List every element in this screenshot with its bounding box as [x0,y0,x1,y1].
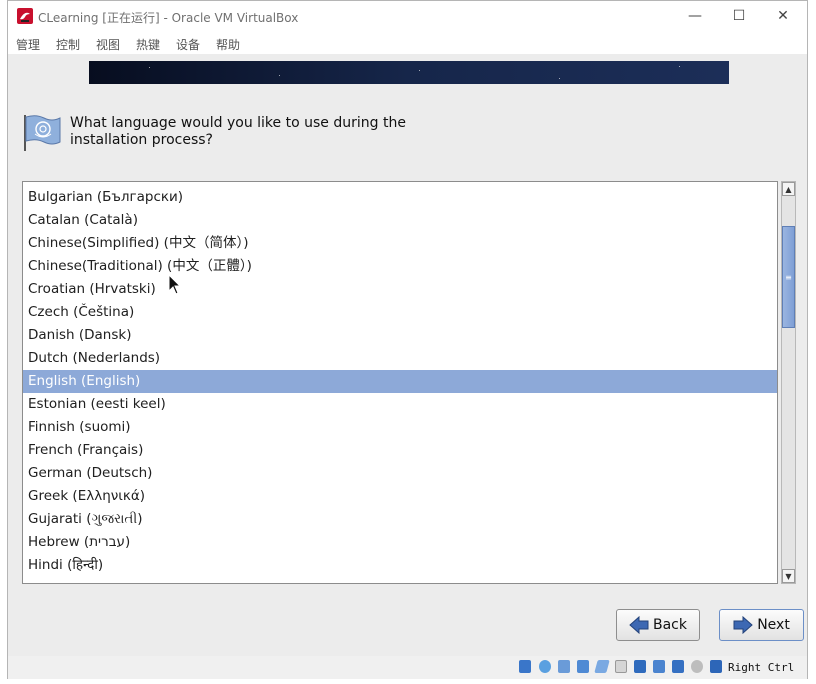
hard-disk-icon[interactable] [519,660,531,673]
close-button[interactable]: ✕ [761,3,805,29]
virtualbox-app-icon [17,8,33,24]
menu-hotkey[interactable]: 热键 [136,36,160,53]
language-option[interactable]: Estonian (eesti keel) [23,393,777,416]
language-option[interactable]: Czech (Čeština) [23,301,777,324]
title-bar[interactable]: CLearning [正在运行] - Oracle VM VirtualBox … [8,1,807,32]
video-capture-icon[interactable] [653,660,665,673]
back-label: Back [653,617,687,633]
host-key-label: Right Ctrl [728,661,795,674]
menu-view[interactable]: 视图 [96,36,120,53]
language-option[interactable]: German (Deutsch) [23,462,777,485]
arrow-left-icon [629,616,649,634]
usb-icon[interactable] [594,660,610,673]
installer-banner [89,61,729,84]
language-option[interactable]: Hindi (हिन्दी) [23,554,777,577]
next-label: Next [757,617,790,633]
audio-icon[interactable] [558,660,570,673]
minimize-button[interactable]: — [673,3,717,29]
language-option[interactable]: Finnish (suomi) [23,416,777,439]
language-option-selected[interactable]: English (English) [23,370,777,393]
language-option[interactable]: Gujarati (ગુજરાતી) [23,508,777,531]
mouse-integration-icon[interactable] [691,660,703,673]
back-button[interactable]: Back [616,609,700,641]
status-bar: Right Ctrl [8,656,807,679]
shared-folders-icon[interactable] [615,660,627,673]
maximize-button[interactable]: ☐ [717,3,761,29]
language-option[interactable]: Croatian (Hrvatski) [23,278,777,301]
scroll-down-button[interactable]: ▼ [782,569,795,583]
language-option[interactable]: Chinese(Simplified) (中文（简体）) [23,232,777,255]
arrow-right-icon [733,616,753,634]
chevron-down-icon: ▼ [785,571,792,581]
menu-control[interactable]: 控制 [56,36,80,53]
virtualization-icon[interactable] [672,660,684,673]
language-list-scrollbar[interactable]: ▲ ≡ ▼ [781,181,796,584]
maximize-icon: ☐ [732,8,746,24]
language-option[interactable]: French (Français) [23,439,777,462]
close-icon: ✕ [777,8,789,24]
grip-icon: ≡ [785,272,792,282]
minimize-icon: — [688,8,702,24]
language-option[interactable]: Greek (Ελληνικά) [23,485,777,508]
next-button[interactable]: Next [719,609,804,641]
optical-drive-icon[interactable] [539,660,551,673]
guest-screen[interactable]: What language would you like to use duri… [9,54,806,656]
menu-help[interactable]: 帮助 [216,36,240,53]
menu-devices[interactable]: 设备 [176,36,200,53]
language-option[interactable]: Chinese(Traditional) (中文（正體）) [23,255,777,278]
language-option[interactable]: Hebrew (עברית) [23,531,777,554]
scroll-thumb[interactable]: ≡ [782,226,795,328]
host-key-icon[interactable] [710,660,722,673]
menu-manage[interactable]: 管理 [16,36,40,53]
language-option[interactable]: Dutch (Nederlands) [23,347,777,370]
language-option[interactable]: Bulgarian (Български) [23,186,777,209]
window-title: CLearning [正在运行] - Oracle VM VirtualBox [38,11,299,25]
network-icon[interactable] [577,660,589,673]
scroll-up-button[interactable]: ▲ [782,182,795,196]
language-option[interactable]: Danish (Dansk) [23,324,777,347]
virtualbox-window: CLearning [正在运行] - Oracle VM VirtualBox … [7,0,808,679]
language-option[interactable]: Catalan (Català) [23,209,777,232]
language-question: What language would you like to use duri… [70,115,406,148]
language-flag-icon [24,115,61,151]
mouse-cursor-icon [169,275,181,295]
display-icon[interactable] [634,660,646,673]
language-list[interactable]: Bulgarian (Български) Catalan (Català) C… [22,181,778,584]
menu-bar: 管理 控制 视图 热键 设备 帮助 [8,32,807,54]
chevron-up-icon: ▲ [785,184,792,194]
